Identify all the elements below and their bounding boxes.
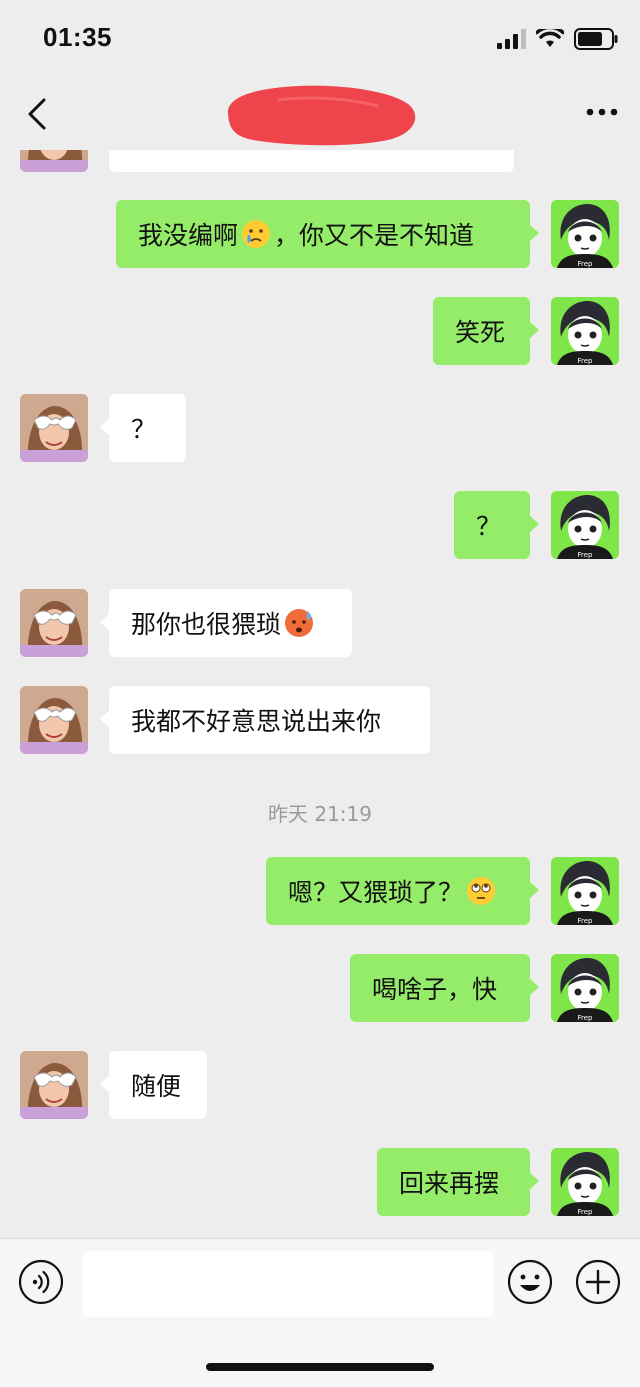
status-bar: 01:35 (0, 0, 640, 80)
message-text: 那你也很猥琐 (131, 610, 282, 639)
svg-text:Frep: Frep (578, 1208, 594, 1216)
anime-boy-avatar-icon: Frep (551, 491, 619, 559)
status-time: 01:35 (43, 22, 112, 52)
message-text: 嗯？又猥琐了？ (288, 878, 464, 907)
message-timestamp: 昨天 21:19 (268, 802, 372, 826)
message-bubble[interactable]: 笑死 (433, 297, 539, 365)
message-bubble[interactable]: 那你也很猥琐 (100, 589, 352, 657)
signal-icon (497, 29, 526, 49)
voice-icon[interactable] (18, 1259, 64, 1305)
anime-boy-avatar-icon: Frep (551, 857, 619, 925)
wifi-icon (536, 29, 564, 47)
my-avatar[interactable]: Frep (551, 954, 619, 1022)
contact-photo-icon (20, 686, 88, 754)
eye-roll-face-icon (467, 877, 496, 905)
my-avatar[interactable]: Frep (551, 1148, 619, 1216)
message-bubble[interactable]: 回来再摆 (377, 1148, 539, 1216)
message-text: 喝啥子，快 (372, 975, 498, 1004)
message-text: 回来再摆 (399, 1169, 500, 1198)
svg-text:Frep: Frep (578, 1014, 594, 1022)
home-indicator (206, 1363, 434, 1371)
input-bar (0, 1238, 640, 1387)
message-text: 随便 (131, 1072, 182, 1101)
more-dots-icon[interactable] (582, 96, 622, 128)
svg-text:Frep: Frep (578, 551, 594, 559)
message-text: ？ (476, 512, 502, 541)
svg-text:Frep: Frep (578, 357, 594, 365)
sweat-face-icon (285, 609, 314, 637)
message-bubble[interactable]: 嗯？又猥琐了？ (266, 857, 539, 925)
contact-avatar[interactable] (20, 686, 88, 754)
anime-boy-avatar-icon: Frep (551, 1148, 619, 1216)
redacted-contact-name (227, 85, 416, 146)
contact-photo-icon (20, 394, 88, 462)
contact-avatar[interactable] (20, 1051, 88, 1119)
contact-avatar[interactable] (20, 394, 88, 462)
status-icons (496, 28, 618, 50)
message-text: 我没编啊 (138, 221, 239, 250)
message-input[interactable] (82, 1251, 494, 1317)
anime-boy-avatar-icon: Frep (551, 297, 619, 365)
chat-header (0, 80, 640, 150)
message-bubble[interactable]: ？ (454, 491, 539, 559)
my-avatar[interactable]: Frep (551, 297, 619, 365)
my-avatar[interactable]: Frep (551, 857, 619, 925)
message-bubble[interactable]: 随便 (100, 1051, 207, 1119)
anime-boy-avatar-icon: Frep (551, 200, 619, 268)
message-bubble[interactable]: 我都不好意思说出来你 (100, 686, 430, 754)
contact-photo-icon (20, 589, 88, 657)
battery-icon (574, 28, 618, 50)
message-text: 笑死 (455, 318, 506, 347)
contact-photo-icon (20, 1051, 88, 1119)
message-bubble[interactable]: ？ (100, 394, 186, 462)
svg-text:Frep: Frep (578, 260, 594, 268)
plus-icon[interactable] (575, 1259, 621, 1305)
message-text: 我都不好意思说出来你 (131, 707, 382, 736)
anime-boy-avatar-icon: Frep (551, 954, 619, 1022)
contact-photo-icon (20, 150, 88, 172)
message-bubble[interactable]: 我没编啊 ，你又不是不知道 (116, 200, 539, 268)
emoji-icon[interactable] (507, 1259, 553, 1305)
message-bubble[interactable] (109, 150, 514, 172)
crying-face-icon (242, 220, 271, 248)
contact-avatar[interactable] (20, 589, 88, 657)
svg-text:Frep: Frep (578, 917, 594, 925)
message-list[interactable]: 我没编啊 ，你又不是不知道 Frep 笑死 Frep ？ ？ Frep 那你也很… (0, 150, 640, 1238)
chevron-left-icon[interactable] (20, 94, 60, 134)
message-text: ，你又不是不知道 (274, 221, 475, 250)
message-text: ？ (131, 415, 157, 444)
contact-avatar[interactable] (20, 150, 88, 172)
message-bubble[interactable]: 喝啥子，快 (350, 954, 539, 1022)
my-avatar[interactable]: Frep (551, 491, 619, 559)
my-avatar[interactable]: Frep (551, 200, 619, 268)
